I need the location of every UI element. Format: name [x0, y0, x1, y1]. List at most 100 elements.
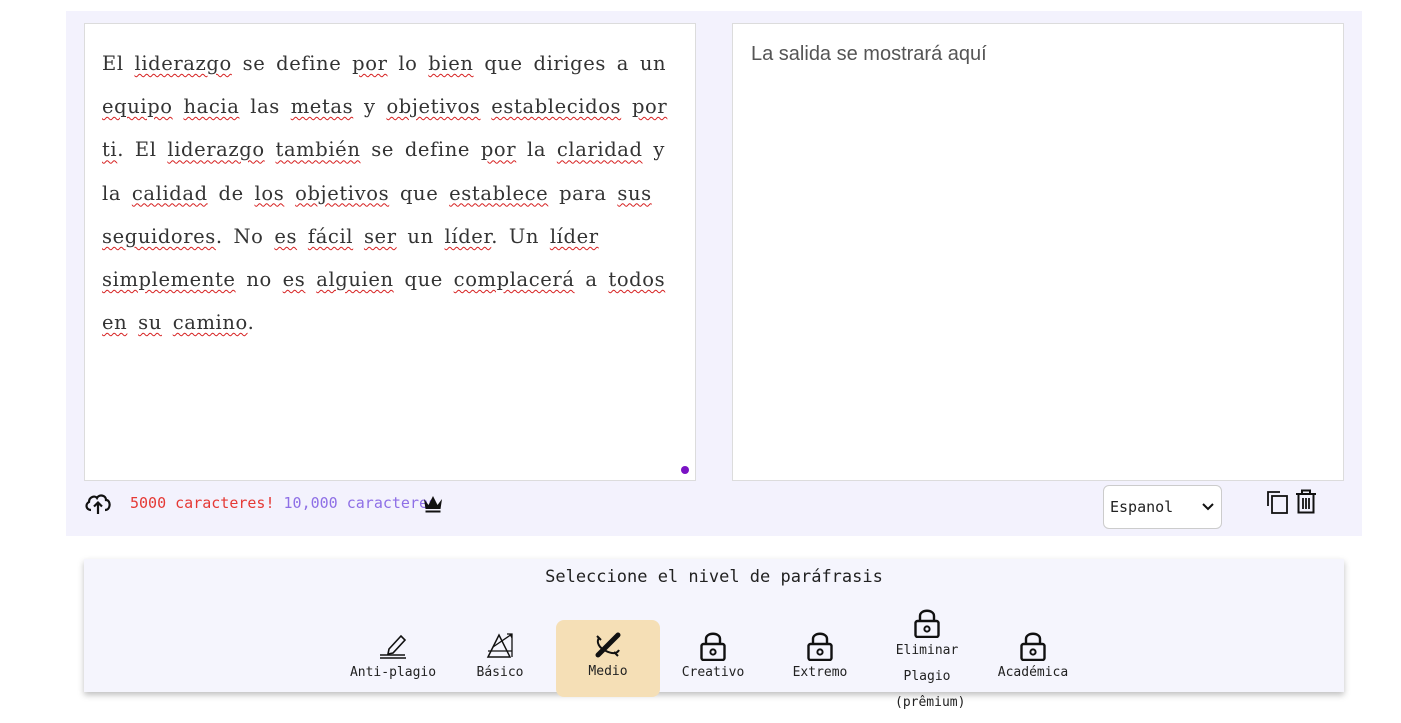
- premium-char-limit[interactable]: 10,000 caracteres: [284, 494, 438, 512]
- flagged-word: fácil: [307, 224, 354, 248]
- text-segment: [284, 182, 295, 205]
- copy-icon[interactable]: [1266, 490, 1290, 514]
- resize-handle[interactable]: [681, 466, 689, 474]
- text-segment: para: [548, 181, 618, 205]
- level-label: Básico: [476, 665, 524, 680]
- flagged-word: todos: [608, 268, 666, 292]
- text-segment: El: [102, 52, 135, 75]
- text-segment: . Un: [491, 224, 550, 248]
- flagged-word: líder: [444, 224, 492, 248]
- flagged-word: su: [138, 311, 162, 335]
- flagged-word: liderazgo: [167, 138, 265, 162]
- upload-cloud-icon[interactable]: [84, 489, 112, 517]
- flagged-word: por: [352, 52, 388, 75]
- flagged-word: establece: [449, 181, 549, 205]
- flagged-word: calidad: [131, 181, 208, 205]
- flagged-word: también: [275, 138, 361, 162]
- level-label: Eliminar Plagio (prêmium): [895, 643, 966, 710]
- flagged-word: por: [480, 138, 517, 162]
- level-extremo[interactable]: Extremo: [768, 631, 872, 680]
- flagged-word: objetivos: [295, 181, 390, 205]
- text-segment: [305, 268, 316, 291]
- text-segment: se define: [360, 138, 481, 162]
- level-label: Anti-plagio: [349, 665, 437, 680]
- text-segment: que: [389, 181, 450, 205]
- text-segment: [353, 225, 364, 248]
- free-char-limit: 5000 caracteres!: [130, 494, 275, 512]
- text-segment: no: [235, 268, 283, 292]
- wand-icon: [595, 632, 621, 658]
- text-segment: [265, 138, 276, 161]
- flagged-word: metas: [290, 95, 354, 119]
- flagged-word: hacia: [183, 95, 240, 119]
- text-segment: [162, 311, 173, 334]
- lock-icon: [1020, 632, 1046, 661]
- geometry-icon: [486, 633, 513, 658]
- flagged-word: claridad: [556, 138, 643, 162]
- lock-icon: [807, 632, 833, 661]
- text-segment: de: [207, 181, 255, 205]
- language-value: Espanol: [1110, 498, 1174, 516]
- text-segment: la: [516, 138, 557, 162]
- text-segment: que diriges a un: [473, 52, 667, 75]
- output-area: La salida se mostrará aquí: [732, 23, 1344, 481]
- flagged-word: simplemente: [102, 268, 236, 292]
- text-segment: lo: [387, 52, 429, 75]
- trash-icon[interactable]: [1294, 489, 1318, 514]
- text-segment: [480, 95, 491, 118]
- level-anti-plagio[interactable]: Anti-plagio: [341, 631, 445, 680]
- editor-panel: El liderazgo se define por lo bien que d…: [66, 11, 1362, 536]
- flagged-word: ser: [363, 224, 397, 248]
- level-creativo[interactable]: Creativo: [661, 631, 765, 680]
- flagged-word: sus: [617, 181, 652, 205]
- flagged-word: camino: [172, 311, 248, 335]
- text-segment: a: [574, 268, 609, 292]
- flagged-word: bien: [428, 52, 474, 75]
- lock-icon: [914, 609, 940, 638]
- level-label: Medio: [588, 664, 628, 679]
- crown-icon[interactable]: [422, 492, 444, 514]
- language-select[interactable]: Espanol: [1103, 485, 1222, 529]
- text-segment: [621, 95, 632, 118]
- flagged-word: los: [254, 181, 285, 205]
- level-label: Creativo: [681, 665, 745, 680]
- pen-icon: [380, 634, 407, 659]
- lock-icon: [700, 632, 726, 661]
- input-text[interactable]: El liderazgo se define por lo bien que d…: [102, 42, 677, 344]
- text-segment: [297, 225, 308, 248]
- text-segment: . El: [117, 138, 168, 162]
- flagged-word: en: [102, 311, 128, 335]
- flagged-word: complacerá: [453, 268, 575, 292]
- text-segment: [127, 311, 138, 334]
- flagged-word: equipo: [102, 95, 173, 119]
- levels-title: Seleccione el nivel de paráfrasis: [545, 567, 883, 587]
- input-textarea[interactable]: El liderazgo se define por lo bien que d…: [84, 23, 696, 481]
- text-segment: las: [239, 95, 291, 119]
- character-limit: 5000 caracteres! 10,000 caracteres: [130, 494, 437, 512]
- level-label: Académica: [997, 665, 1069, 680]
- level-medio[interactable]: Medio: [556, 620, 660, 697]
- flagged-word: establecidos: [491, 95, 622, 119]
- text-segment: que: [393, 268, 454, 292]
- flagged-word: seguidores: [102, 224, 216, 248]
- output-placeholder: La salida se mostrará aquí: [751, 43, 987, 65]
- flagged-word: es: [282, 268, 306, 292]
- text-segment: un: [396, 224, 445, 248]
- text-segment: .: [247, 311, 255, 335]
- level-basico[interactable]: Básico: [448, 631, 552, 680]
- flagged-word: liderazgo: [134, 52, 232, 75]
- flagged-word: líder: [549, 224, 599, 248]
- flagged-word: ti: [102, 138, 118, 162]
- text-segment: . No: [215, 224, 275, 248]
- text-segment: y: [353, 95, 387, 119]
- flagged-word: alguien: [316, 268, 394, 292]
- level-academica[interactable]: Académica: [981, 631, 1085, 680]
- flagged-word: objetivos: [386, 95, 481, 119]
- flagged-word: por: [631, 95, 668, 119]
- text-segment: [173, 95, 184, 118]
- flagged-word: es: [274, 224, 298, 248]
- text-segment: se define: [231, 52, 353, 75]
- chevron-down-icon: [1202, 503, 1214, 511]
- level-label: Extremo: [792, 665, 848, 680]
- level-eliminar-plagio[interactable]: Eliminar Plagio (prêmium): [875, 608, 979, 716]
